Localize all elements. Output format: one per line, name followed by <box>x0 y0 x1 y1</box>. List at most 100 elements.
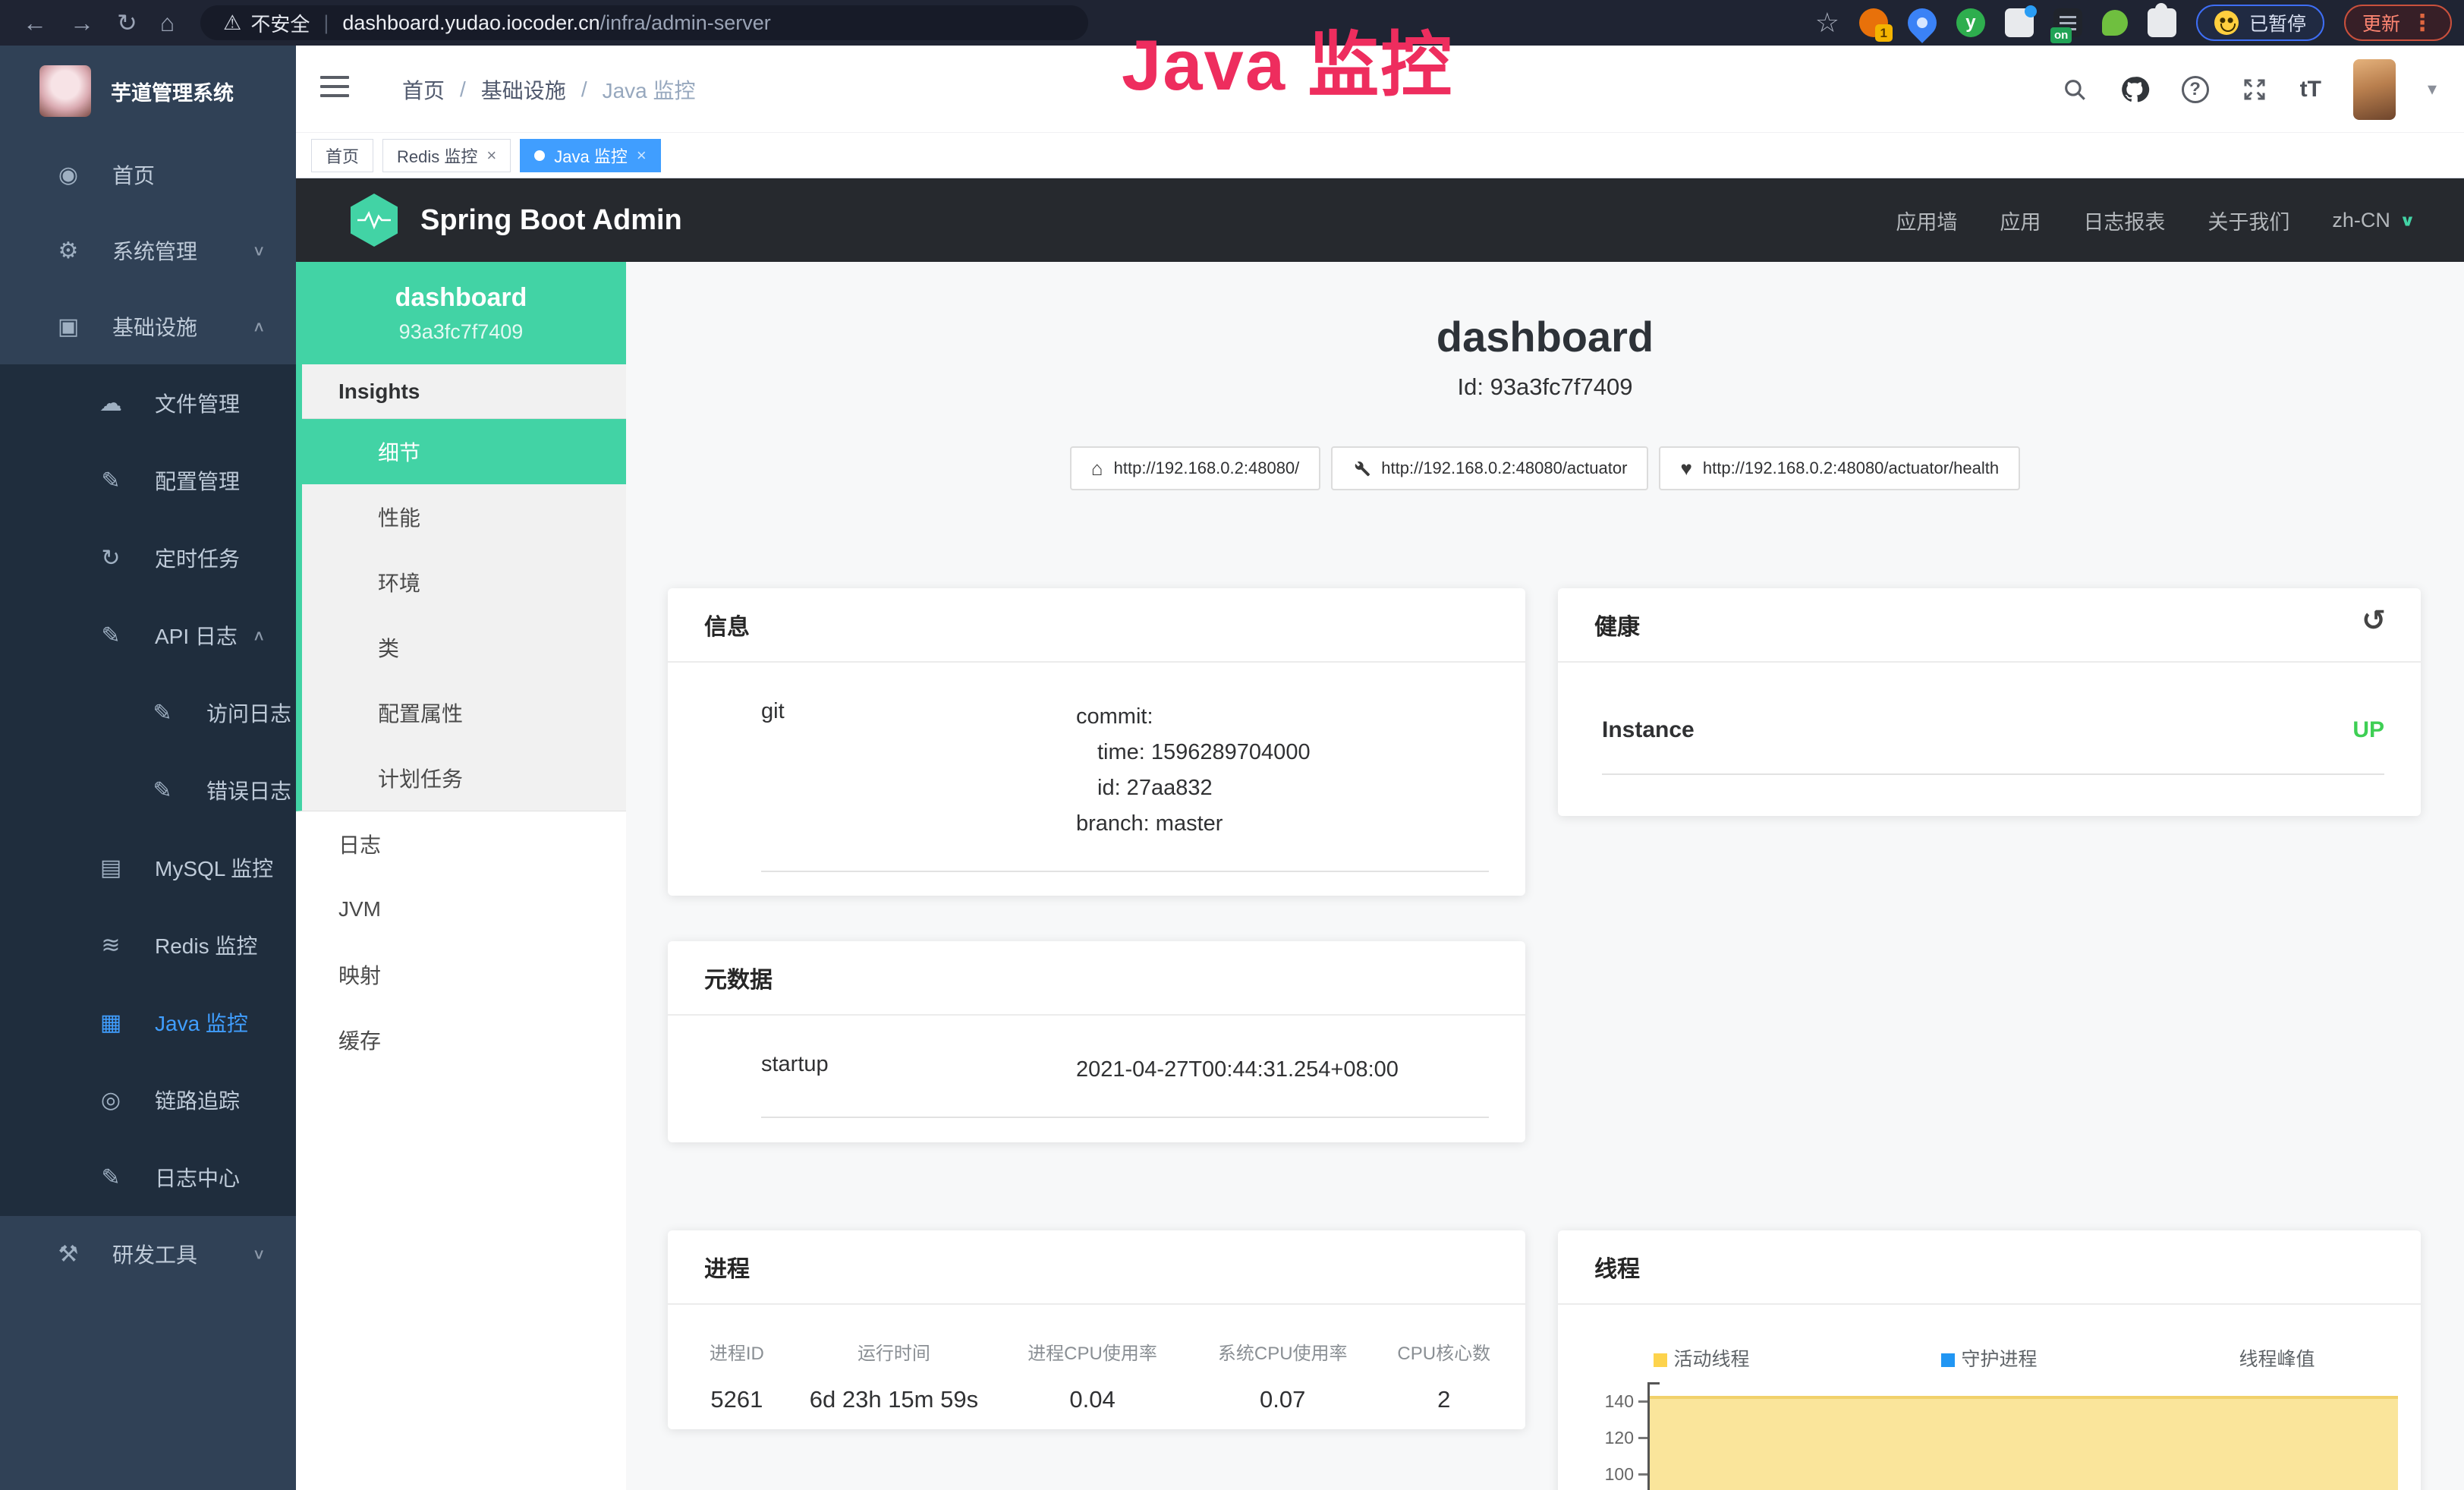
instance-nav-caches[interactable]: 缓存 <box>296 1007 626 1073</box>
heartbeat-icon: ♥ <box>1680 458 1691 478</box>
extension-leaf-icon[interactable] <box>2102 10 2128 36</box>
sidebar-item-java-monitor[interactable]: ▦ Java 监控 <box>0 984 296 1061</box>
sidebar-item-label: 错误日志 <box>206 775 291 805</box>
bookmark-star-icon[interactable]: ☆ <box>1815 7 1839 39</box>
sidebar-item-label: 基础设施 <box>112 311 197 342</box>
breadcrumb-infra[interactable]: 基础设施 <box>481 74 566 105</box>
instance-nav-environment[interactable]: 环境 <box>302 550 626 615</box>
sidebar-item-api-log[interactable]: ✎ API 日志 ∧ <box>0 597 296 674</box>
extension-pin-icon[interactable] <box>1902 2 1943 43</box>
instance-nav-jvm[interactable]: JVM <box>296 877 626 942</box>
tab-redis-monitor[interactable]: Redis 监控 × <box>382 139 511 172</box>
instance-nav-config-props[interactable]: 配置属性 <box>302 680 626 745</box>
search-icon[interactable] <box>2062 77 2088 102</box>
log-icon: ✎ <box>97 622 124 649</box>
navbar-actions: ? tT ▾ <box>2062 46 2437 133</box>
main-column: 首页 / 基础设施 / Java 监控 ? <box>296 46 2464 1490</box>
not-secure-warning-icon: ⚠ <box>223 11 241 35</box>
actuator-url-button[interactable]: http://192.168.0.2:48080/actuator <box>1331 446 1648 490</box>
instance-nav-details[interactable]: 细节 <box>296 419 626 484</box>
extension-refresh-icon[interactable]: 1 <box>1859 8 1888 37</box>
browser-home-icon[interactable]: ⌂ <box>160 11 175 35</box>
java-monitor-icon: ▦ <box>97 1010 124 1036</box>
extension-y-icon[interactable]: y <box>1956 8 1985 37</box>
startup-value: 2021-04-27T00:44:31.254+08:00 <box>1076 1052 1399 1088</box>
monitor-icon: ▣ <box>55 313 82 340</box>
sidebar-item-tracing[interactable]: ◎ 链路追踪 <box>0 1061 296 1139</box>
edit-icon: ✎ <box>97 468 124 494</box>
eye-icon: ◎ <box>97 1087 124 1114</box>
tab-java-monitor[interactable]: Java 监控 × <box>520 139 660 172</box>
extension-list-icon[interactable]: on <box>2053 8 2082 37</box>
tab-home[interactable]: 首页 <box>311 139 373 172</box>
app-logo-row[interactable]: 芋道管理系统 <box>0 46 296 137</box>
sidebar-item-home[interactable]: ◉ 首页 <box>0 137 296 213</box>
instance-nav-classes[interactable]: 类 <box>302 615 626 680</box>
sidebar-item-redis-monitor[interactable]: ≋ Redis 监控 <box>0 906 296 984</box>
browser-back-icon[interactable]: ← <box>23 11 47 35</box>
sidebar-item-log-center[interactable]: ✎ 日志中心 <box>0 1139 296 1216</box>
sba-nav-applications[interactable]: 应用 <box>2000 206 2041 235</box>
health-card: 健康 ↺ Instance UP <box>1558 588 2421 816</box>
sba-locale-select[interactable]: zh-CN ∨ <box>2332 209 2415 232</box>
user-avatar[interactable] <box>2353 59 2396 120</box>
browser-reload-icon[interactable]: ↻ <box>117 11 137 35</box>
instance-nav-metrics[interactable]: 性能 <box>302 484 626 550</box>
sidebar-item-mysql-monitor[interactable]: ▤ MySQL 监控 <box>0 829 296 906</box>
instance-nav-mappings[interactable]: 映射 <box>296 942 626 1007</box>
git-commit-line: commit: <box>1076 699 1311 735</box>
spring-boot-admin-logo-icon[interactable] <box>351 194 398 247</box>
insights-group-title: Insights <box>302 364 626 419</box>
sba-nav-about[interactable]: 关于我们 <box>2208 206 2289 235</box>
sidebar-item-infra[interactable]: ▣ 基础设施 ∧ <box>0 288 296 364</box>
git-value: commit: time: 1596289704000 id: 27aa832 … <box>1076 699 1311 842</box>
browser-forward-icon[interactable]: → <box>70 11 94 35</box>
threads-card: 线程 活动线程 143 守护进程 53 <box>1558 1230 2421 1490</box>
annotation-overlay-text: Java 监控 <box>1122 26 1453 104</box>
breadcrumb-separator: / <box>581 77 587 102</box>
close-icon[interactable]: × <box>637 146 647 165</box>
tab-label: Redis 监控 <box>397 143 477 168</box>
git-id-line: id: 27aa832 <box>1076 770 1311 806</box>
sidebar-item-dev-tools[interactable]: ⚒ 研发工具 ∨ <box>0 1216 296 1292</box>
sidebar-item-label: 系统管理 <box>112 235 197 266</box>
extensions-puzzle-icon[interactable] <box>2148 8 2176 37</box>
health-url-button[interactable]: ♥ http://192.168.0.2:48080/actuator/heal… <box>1659 446 2020 490</box>
service-url-button[interactable]: ⌂ http://192.168.0.2:48080/ <box>1070 446 1320 490</box>
active-tab-dot <box>534 150 545 161</box>
cpu-cores-value: 2 <box>1378 1386 1510 1413</box>
sidebar-item-config-manage[interactable]: ✎ 配置管理 <box>0 442 296 519</box>
paused-pill[interactable]: 已暂停 <box>2196 5 2324 41</box>
git-branch-line: branch: master <box>1076 806 1311 842</box>
instance-nav-scheduled[interactable]: 计划任务 <box>302 745 626 811</box>
fullscreen-icon[interactable] <box>2241 76 2268 103</box>
sba-nav-journal[interactable]: 日志报表 <box>2083 206 2165 235</box>
sidebar-item-error-log[interactable]: ✎ 错误日志 <box>0 751 296 829</box>
avatar-caret-icon[interactable]: ▾ <box>2428 78 2437 100</box>
tab-label: Java 监控 <box>554 143 628 168</box>
instance-id-line: Id: 93a3fc7f7409 <box>626 373 2464 401</box>
sba-nav-wallboard[interactable]: 应用墙 <box>1896 206 1957 235</box>
y-axis-tick: 120 <box>1558 1428 1634 1448</box>
breadcrumb-home[interactable]: 首页 <box>402 74 445 105</box>
history-icon[interactable]: ↺ <box>2362 603 2386 638</box>
hamburger-icon[interactable] <box>320 76 349 97</box>
instance-nav-logs[interactable]: 日志 <box>296 811 626 877</box>
sidebar-item-access-log[interactable]: ✎ 访问日志 <box>0 674 296 751</box>
text-size-icon[interactable]: tT <box>2300 77 2321 102</box>
extension-grid-icon[interactable] <box>2005 8 2034 37</box>
browser-menu-dots-icon[interactable]: ⋮ <box>2411 10 2434 36</box>
git-key: git <box>761 699 1076 842</box>
close-icon[interactable]: × <box>486 146 496 165</box>
process-col-header: 系统CPU使用率 <box>1188 1338 1378 1365</box>
sidebar-item-scheduled-tasks[interactable]: ↻ 定时任务 <box>0 519 296 597</box>
help-icon[interactable]: ? <box>2182 76 2209 103</box>
screen: ← → ↻ ⌂ ⚠ 不安全 | dashboard.yudao.iocoder.… <box>0 0 2464 1490</box>
github-icon[interactable] <box>2119 74 2150 105</box>
update-button[interactable]: 更新 ⋮ <box>2344 5 2452 41</box>
address-bar[interactable]: ⚠ 不安全 | dashboard.yudao.iocoder.cn /infr… <box>200 5 1088 40</box>
sidebar-item-file-manage[interactable]: ☁ 文件管理 <box>0 364 296 442</box>
sidebar-item-system[interactable]: ⚙ 系统管理 ∨ <box>0 213 296 288</box>
url-host: dashboard.yudao.iocoder.cn <box>342 11 599 35</box>
process-table: 进程ID 运行时间 进程CPU使用率 系统CPU使用率 CPU核心数 5261 … <box>683 1338 1510 1413</box>
